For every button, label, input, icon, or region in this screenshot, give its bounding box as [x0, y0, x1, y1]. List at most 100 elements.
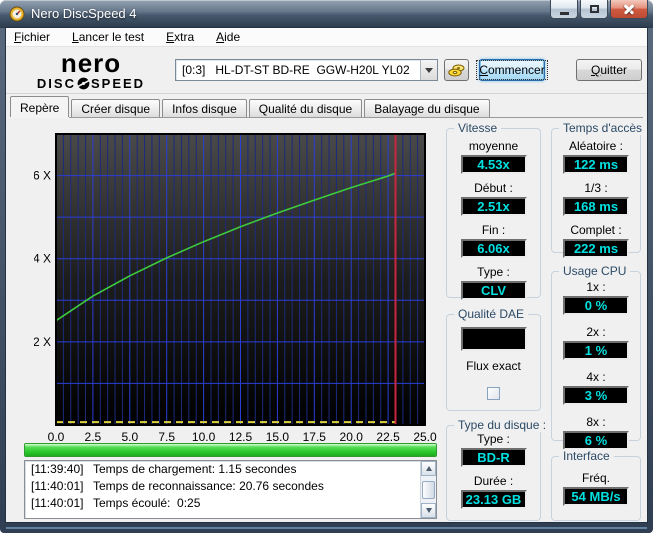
- lcd-interface-rate: 54 MB/s: [563, 487, 629, 506]
- svg-text:22.5: 22.5: [376, 430, 400, 442]
- logo-speed-text: SPEED: [90, 76, 146, 91]
- start-button[interactable]: Commencer: [476, 59, 548, 81]
- nero-discspeed-logo: nero DISC SPEED: [30, 50, 152, 90]
- svg-text:6 X: 6 X: [34, 169, 51, 183]
- titlebar[interactable]: Nero DiscSpeed 4: [0, 0, 653, 28]
- tab-balayage-du-disque[interactable]: Balayage du disque: [364, 99, 490, 117]
- tab-creer-disque[interactable]: Créer disque: [71, 99, 161, 117]
- tabstrip: Repère Créer disque Infos disque Qualité…: [10, 96, 643, 117]
- log-line: [11:40:01] Temps écoulé: 0:25: [31, 496, 201, 510]
- menubar: Fichier Lancer le test Extra Aide: [6, 28, 647, 47]
- menu-item-lancer-le-test[interactable]: Lancer le test: [72, 30, 144, 44]
- field-label: 1x :: [586, 280, 606, 294]
- lcd-average-speed: 4.53x: [460, 155, 527, 174]
- lcd-dae-quality: [460, 327, 527, 351]
- svg-text:10.0: 10.0: [192, 430, 216, 442]
- log-scrollbar[interactable]: [420, 461, 436, 518]
- panel-interface: Interface Fréq. 54 MB/s: [551, 449, 641, 521]
- progress-fill: [25, 444, 436, 456]
- speed-chart: 0.0 2.5 5.0 7.5 10.0 12.5 15.0 17.5 20.0 22.5 25.0…: [33, 130, 437, 444]
- field-label: 2x :: [586, 325, 606, 339]
- panel-temps-acces: Temps d'accès Aléatoire : 122 ms 1/3 : 1…: [551, 121, 646, 258]
- minimize-icon: [559, 11, 569, 15]
- svg-text:0.0: 0.0: [48, 430, 65, 442]
- tab-repere[interactable]: Repère: [10, 96, 70, 117]
- close-icon: [623, 3, 635, 15]
- lcd-cpu-1x: 0 %: [563, 296, 629, 315]
- panel-title: Qualité DAE: [454, 307, 529, 321]
- lcd-disc-type: BD-R: [460, 448, 527, 467]
- field-label: 4x :: [586, 370, 606, 384]
- svg-text:5.0: 5.0: [121, 430, 138, 442]
- logo-disc-text: DISC: [36, 76, 76, 91]
- field-label: Durée :: [473, 474, 514, 488]
- menu-item-aide[interactable]: Aide: [216, 30, 240, 44]
- quit-button[interactable]: Quitter: [576, 59, 642, 81]
- panel-title: Temps d'accès: [559, 121, 646, 135]
- app-icon: [9, 6, 25, 22]
- lcd-full-access: 222 ms: [563, 239, 629, 258]
- svg-text:20.0: 20.0: [340, 430, 364, 442]
- svg-text:25.0: 25.0: [413, 430, 437, 442]
- field-label: moyenne: [468, 139, 519, 153]
- toolbar: nero DISC SPEED [0:3] HL-DT-ST BD-RE GGW…: [6, 47, 647, 94]
- lcd-start-speed: 2.51x: [460, 197, 527, 216]
- panel-vitesse: Vitesse moyenne 4.53x Début : 2.51x Fin …: [446, 121, 541, 300]
- field-label: Aléatoire :: [568, 139, 624, 153]
- panel-title: Interface: [559, 449, 614, 463]
- svg-text:17.5: 17.5: [303, 430, 327, 442]
- lcd-cpu-4x: 3 %: [563, 386, 629, 405]
- drive-select[interactable]: [0:3] HL-DT-ST BD-RE GGW-H20L YL02: [175, 59, 438, 81]
- menu-item-fichier[interactable]: Fichier: [14, 30, 50, 44]
- eject-disc-icon: [448, 64, 465, 77]
- field-label: Fréq.: [581, 471, 610, 485]
- window-title: Nero DiscSpeed 4: [31, 6, 137, 21]
- scroll-up-icon[interactable]: [421, 461, 436, 476]
- field-label: Fin :: [481, 223, 506, 237]
- field-label: Début :: [474, 181, 513, 195]
- field-label: Complet :: [570, 223, 622, 237]
- flux-exact-checkbox[interactable]: [487, 387, 500, 400]
- minimize-button[interactable]: [550, 0, 578, 19]
- drive-select-value: [0:3] HL-DT-ST BD-RE GGW-H20L YL02: [182, 63, 410, 77]
- lcd-speed-type: CLV: [460, 281, 527, 300]
- flux-exact-label: Flux exact: [466, 359, 521, 373]
- svg-text:2.5: 2.5: [85, 430, 102, 442]
- lcd-cpu-2x: 1 %: [563, 341, 629, 360]
- maximize-button[interactable]: [580, 0, 608, 19]
- lcd-end-speed: 6.06x: [460, 239, 527, 258]
- progress-bar: [24, 443, 437, 457]
- close-button[interactable]: [610, 0, 648, 19]
- dropdown-arrow-icon[interactable]: [420, 60, 437, 80]
- field-label: Type :: [477, 265, 510, 279]
- panel-title: Type du disque :: [454, 418, 551, 432]
- menu-item-extra[interactable]: Extra: [166, 30, 194, 44]
- log-line: [11:40:01] Temps de reconnaissance: 20.76…: [31, 479, 324, 493]
- lcd-random-access: 122 ms: [563, 155, 629, 174]
- svg-text:7.5: 7.5: [158, 430, 175, 442]
- tab-infos-disque[interactable]: Infos disque: [162, 99, 247, 117]
- scroll-down-icon[interactable]: [421, 503, 436, 518]
- client-area: Fichier Lancer le test Extra Aide nero D…: [6, 28, 647, 522]
- panel-usage-cpu: Usage CPU 1x : 0 % 2x : 1 % 4x : 3 % 8x …: [551, 264, 641, 450]
- field-label: Type :: [477, 432, 510, 446]
- disc-icon: [76, 77, 90, 90]
- panel-type-du-disque: Type du disque : Type : BD-R Durée : 23.…: [446, 418, 551, 521]
- nero-wordmark: nero: [60, 48, 122, 78]
- panel-title: Vitesse: [454, 121, 502, 135]
- field-label: 8x :: [586, 415, 606, 429]
- svg-text:15.0: 15.0: [266, 430, 290, 442]
- app-window: Nero DiscSpeed 4 Fichier Lancer le test …: [0, 0, 653, 533]
- log-line: [11:39:40] Temps de chargement: 1.15 seco…: [31, 462, 297, 476]
- lcd-one-third-access: 168 ms: [563, 197, 629, 216]
- tab-qualite-du-disque[interactable]: Qualité du disque: [248, 99, 363, 117]
- maximize-icon: [589, 5, 599, 13]
- svg-text:4 X: 4 X: [34, 252, 51, 266]
- svg-text:12.5: 12.5: [229, 430, 253, 442]
- scrollbar-thumb[interactable]: [422, 481, 435, 499]
- log-listbox[interactable]: [11:39:40] Temps de chargement: 1.15 seco…: [24, 460, 437, 519]
- panel-qualite-dae: Qualité DAE Flux exact: [446, 307, 541, 411]
- lcd-cpu-8x: 6 %: [563, 431, 629, 450]
- eject-button[interactable]: [444, 59, 469, 81]
- svg-text:2 X: 2 X: [34, 335, 51, 349]
